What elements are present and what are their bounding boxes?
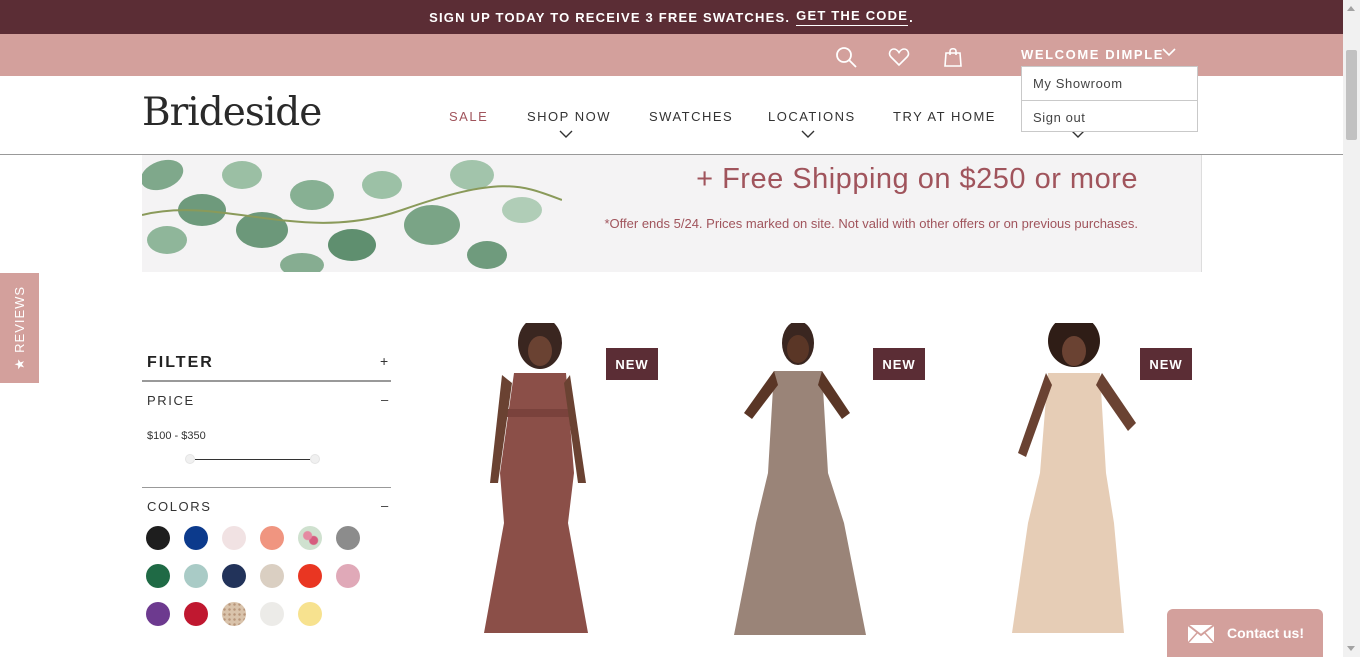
menu-item-sign-out[interactable]: Sign out [1022,100,1197,133]
menu-item-my-showroom[interactable]: My Showroom [1022,67,1197,100]
reviews-tab[interactable]: ★ REVIEWS [0,273,39,383]
color-swatch-blush[interactable] [222,526,246,550]
promo-period: . [909,9,914,25]
reviews-label: ★ REVIEWS [11,285,27,371]
chevron-down-icon[interactable] [1162,47,1176,57]
nav-swatches[interactable]: SWATCHES [649,109,733,124]
scroll-thumb[interactable] [1346,50,1357,140]
color-swatch-coral[interactable] [260,526,284,550]
nav-shop-now[interactable]: SHOP NOW [527,109,611,124]
get-the-code-link[interactable]: GET THE CODE [796,8,909,26]
promo-bar: SIGN UP TODAY TO RECEIVE 3 FREE SWATCHES… [0,0,1343,34]
chevron-down-icon[interactable] [801,130,815,139]
banner-headline: + Free Shipping on $250 or more [696,163,1138,195]
new-badge: NEW [1140,348,1192,380]
price-slider-max-handle[interactable] [310,454,320,464]
price-slider-min-handle[interactable] [185,454,195,464]
account-dropdown: My Showroom Sign out [1021,66,1198,132]
color-swatch-navy[interactable] [222,564,246,588]
shopping-bag-icon[interactable] [942,46,964,68]
price-range-label: $100 - $350 [147,430,206,442]
colors-section-title[interactable]: COLORS [147,499,212,514]
account-welcome-toggle[interactable]: WELCOME DIMPLE [1021,47,1164,62]
scroll-up-arrow-icon[interactable] [1347,6,1355,11]
color-swatch-cranberry[interactable] [184,602,208,626]
filter-title: FILTER [147,354,214,371]
contact-us-button[interactable]: Contact us! [1167,609,1323,657]
price-slider-track[interactable] [195,459,310,460]
page: { "promo": { "text": "SIGN UP TODAY TO R… [0,0,1360,657]
eucalyptus-image [142,155,562,272]
filter-divider [142,380,391,382]
color-swatch-black[interactable] [146,526,170,550]
nav-locations[interactable]: LOCATIONS [768,109,856,124]
color-swatch-grey[interactable] [336,526,360,550]
price-collapse-toggle[interactable]: – [381,392,388,407]
colors-collapse-toggle[interactable]: – [381,498,388,513]
new-badge: NEW [606,348,658,380]
nav-try-at-home[interactable]: TRY AT HOME [893,109,996,124]
color-swatch-red[interactable] [298,564,322,588]
nav-sale[interactable]: SALE [449,109,488,124]
envelope-icon [1187,624,1215,644]
color-swatch-yellow[interactable] [298,602,322,626]
color-swatch-taupe[interactable] [260,564,284,588]
color-swatch-ivory[interactable] [260,602,284,626]
banner-note: *Offer ends 5/24. Prices marked on site.… [604,216,1138,231]
new-badge: NEW [873,348,925,380]
color-swatch-dusty-pink[interactable] [336,564,360,588]
chevron-down-icon[interactable] [559,130,573,139]
color-swatch-floral[interactable] [298,526,322,550]
promo-banner[interactable]: + Free Shipping on $250 or more *Offer e… [142,155,1202,272]
scroll-down-arrow-icon[interactable] [1347,646,1355,651]
brand-logo[interactable]: Brideside [142,90,322,135]
page-scrollbar[interactable] [1343,0,1360,657]
color-swatch-purple[interactable] [146,602,170,626]
color-swatch-green[interactable] [146,564,170,588]
color-swatch-gold-sparkle[interactable] [222,602,246,626]
contact-us-label: Contact us! [1227,625,1304,641]
price-section-title[interactable]: PRICE [147,393,195,408]
promo-text: SIGN UP TODAY TO RECEIVE 3 FREE SWATCHES… [429,9,791,25]
colors-divider [142,487,391,488]
color-swatch-royal-blue[interactable] [184,526,208,550]
color-swatch-sage[interactable] [184,564,208,588]
search-icon[interactable] [835,46,857,68]
filter-expand-toggle[interactable]: + [380,353,388,369]
heart-icon[interactable] [888,46,910,68]
